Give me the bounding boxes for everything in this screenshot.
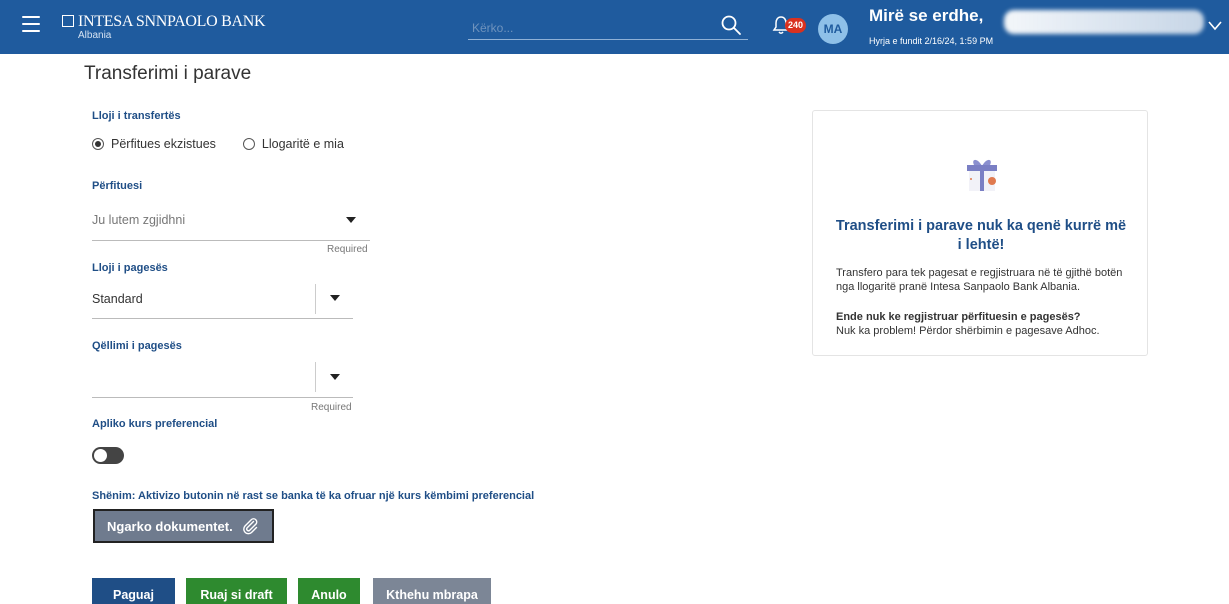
bank-name: INTESA SNNPAOLO BANK: [78, 13, 266, 30]
save-draft-button[interactable]: Ruaj si draft: [186, 578, 287, 604]
caret-down-icon[interactable]: [330, 374, 340, 380]
select-divider: [315, 362, 316, 392]
promo-text: Transfero para tek pagesat e regjistruar…: [836, 267, 1123, 293]
top-header: INTESA SNNPAOLO BANK Albania 240 MA Mirë…: [0, 0, 1229, 54]
radio-own-label: Llogaritë e mia: [261, 137, 344, 151]
back-button[interactable]: Kthehu mbrapa: [373, 578, 491, 604]
promo-title: Transferimi i parave nuk ka qenë kurrë m…: [835, 218, 1127, 253]
radio-own-accounts[interactable]: Llogaritë e mia: [242, 137, 344, 151]
user-name-redacted: [1004, 10, 1204, 34]
preferential-rate-toggle[interactable]: [92, 447, 124, 464]
transfer-type-radio-group: Përfitues ekzistues Llogaritë e mia: [92, 137, 371, 151]
pay-button[interactable]: Paguaj: [92, 578, 175, 604]
bank-country: Albania: [78, 30, 112, 41]
purpose-required: Required: [311, 402, 352, 413]
transfer-type-label: Lloji i transfertës: [92, 110, 181, 122]
purpose-select[interactable]: [92, 362, 353, 398]
preferential-note: Shënim: Aktivizo butonin në rast se bank…: [92, 490, 535, 502]
beneficiary-placeholder: Ju lutem zgjidhni: [92, 213, 186, 227]
promo-card: Transferimi i parave nuk ka qenë kurrë m…: [812, 110, 1148, 356]
caret-down-icon[interactable]: [330, 295, 340, 301]
payment-type-value: Standard: [92, 292, 143, 306]
hamburger-menu-icon[interactable]: [22, 16, 40, 32]
toggle-knob: [94, 449, 107, 462]
promo-answer: Nuk ka problem! Përdor shërbimin e pages…: [836, 325, 1100, 337]
beneficiary-label: Përfituesi: [92, 180, 143, 192]
payment-type-select[interactable]: Standard: [92, 284, 353, 319]
purpose-label: Qëllimi i pagesës: [92, 340, 182, 352]
beneficiary-select[interactable]: Ju lutem zgjidhni: [92, 205, 370, 241]
welcome-text: Mirë se erdhe,: [869, 6, 984, 25]
select-divider: [315, 284, 316, 314]
cancel-button[interactable]: Anulo: [298, 578, 360, 604]
radio-checked-icon[interactable]: [92, 138, 104, 150]
last-login-text: Hyrja e fundit 2/16/24, 1:59 PM: [869, 36, 994, 46]
logo-mark-icon: [62, 15, 74, 27]
paperclip-icon: [242, 518, 258, 535]
caret-down-icon[interactable]: [346, 217, 356, 223]
search-input[interactable]: [468, 16, 748, 40]
notification-badge[interactable]: 240: [785, 18, 807, 33]
search-icon[interactable]: [720, 14, 742, 36]
page-title: Transferimi i parave: [84, 63, 252, 84]
radio-existing-beneficiary[interactable]: Përfitues ekzistues: [92, 137, 216, 151]
radio-unchecked-icon[interactable]: [242, 138, 255, 150]
chevron-down-icon[interactable]: [1207, 20, 1223, 32]
gift-icon: [967, 159, 997, 191]
upload-documents-label: Ngarko dokumentet.: [107, 518, 233, 534]
preferential-rate-label: Apliko kurs preferencial: [92, 418, 218, 430]
upload-documents-button[interactable]: Ngarko dokumentet.: [93, 509, 274, 543]
radio-existing-label: Përfitues ekzistues: [111, 137, 216, 151]
beneficiary-required: Required: [327, 244, 368, 255]
payment-type-label: Lloji i pagesës: [92, 262, 168, 274]
avatar[interactable]: MA: [818, 14, 848, 44]
promo-question: Ende nuk ke regjistruar përfituesin e pa…: [836, 311, 1081, 323]
